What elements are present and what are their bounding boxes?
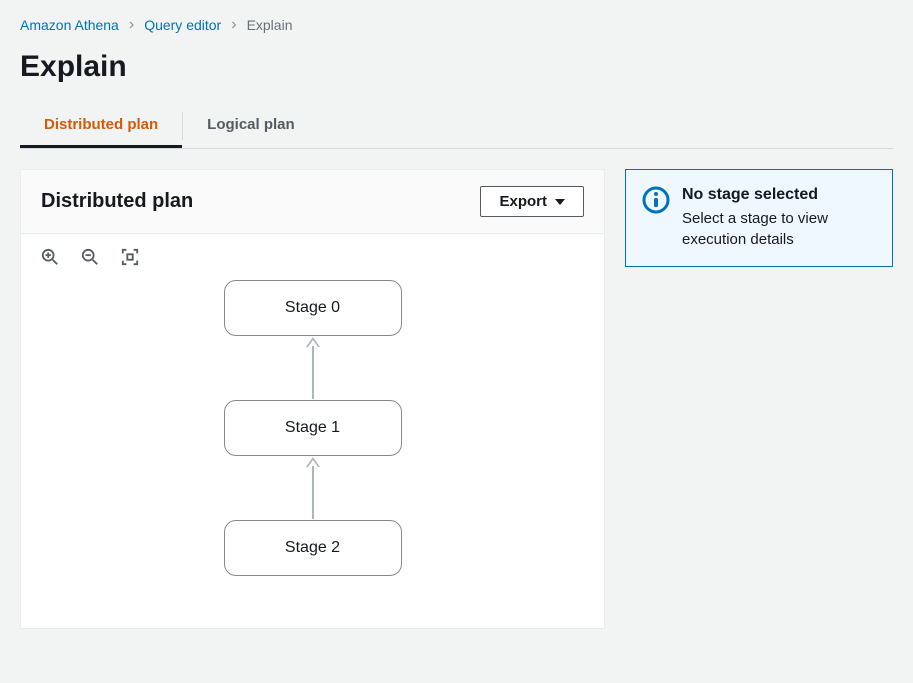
info-title: No stage selected: [682, 186, 876, 204]
tabs-container: Distributed plan Logical plan: [20, 104, 893, 149]
tab-logical-plan[interactable]: Logical plan: [183, 104, 319, 148]
content-area: Distributed plan Export: [0, 149, 913, 649]
chevron-right-icon: ›: [231, 16, 236, 34]
export-button[interactable]: Export: [480, 186, 584, 217]
chevron-right-icon: ›: [129, 16, 134, 34]
panel-title: Distributed plan: [41, 190, 193, 213]
caret-down-icon: [555, 199, 565, 205]
stage-node-0[interactable]: Stage 0: [224, 280, 402, 336]
info-panel: No stage selected Select a stage to view…: [625, 169, 893, 267]
zoom-toolbar: [21, 234, 604, 280]
main-panel: Distributed plan Export: [20, 169, 605, 629]
breadcrumb-link-query-editor[interactable]: Query editor: [144, 17, 221, 33]
info-icon: [642, 186, 670, 214]
info-description: Select a stage to view execution details: [682, 208, 876, 250]
panel-header: Distributed plan Export: [21, 170, 604, 234]
plan-diagram: Stage 0 Stage 1 Stage 2: [21, 280, 604, 620]
breadcrumb-link-athena[interactable]: Amazon Athena: [20, 17, 119, 33]
fit-screen-icon[interactable]: [121, 248, 139, 266]
stage-node-1[interactable]: Stage 1: [224, 400, 402, 456]
tab-distributed-plan[interactable]: Distributed plan: [20, 104, 182, 148]
info-content: No stage selected Select a stage to view…: [682, 186, 876, 250]
export-button-label: Export: [499, 193, 547, 210]
breadcrumb-current: Explain: [247, 17, 293, 33]
arrow-line: [312, 466, 314, 519]
zoom-in-icon[interactable]: [41, 248, 59, 266]
breadcrumb: Amazon Athena › Query editor › Explain: [0, 0, 913, 42]
stage-node-2[interactable]: Stage 2: [224, 520, 402, 576]
arrow-line: [312, 346, 314, 399]
zoom-out-icon[interactable]: [81, 248, 99, 266]
page-title: Explain: [0, 42, 913, 104]
